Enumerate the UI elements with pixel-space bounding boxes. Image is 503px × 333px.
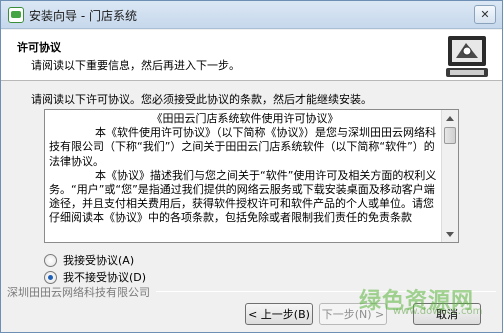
decline-radio-option[interactable]: 我不接受协议(D): [44, 269, 146, 285]
scroll-down-button[interactable]: [442, 226, 458, 242]
decline-radio-label[interactable]: 我不接受协议(D): [63, 269, 146, 285]
window-title: 安装向导 - 门店系统: [29, 9, 137, 23]
page-title: 许可协议: [17, 41, 61, 54]
arrow-down-icon: [446, 231, 454, 237]
page-subtitle: 请阅读以下重要信息，然后再进入下一步。: [31, 59, 240, 72]
wizard-header: 许可协议 请阅读以下重要信息，然后再进入下一步。: [1, 30, 502, 81]
scroll-thumb[interactable]: [444, 127, 456, 144]
license-paragraph: 本《协议》描述我们与您之间关于“软件”使用许可及相关方面的权利义务。“用户”或“…: [49, 168, 437, 225]
decline-radio[interactable]: [44, 270, 57, 284]
arrow-up-icon: [446, 115, 454, 121]
accept-radio-option[interactable]: 我接受协议(A): [44, 252, 134, 268]
license-paragraph: 本《软件使用许可协议》（以下简称《协议》）是您与深圳田田云网络科技有限公司（下称…: [49, 126, 436, 168]
watermark-url: www.downcc.com: [393, 306, 483, 317]
license-heading: 《田田云门店系统软件使用许可协议》: [151, 112, 339, 125]
app-icon: [8, 7, 24, 23]
accept-radio-label[interactable]: 我接受协议(A): [63, 252, 134, 268]
license-textbox[interactable]: 《田田云门店系统软件使用许可协议》 本《软件使用许可协议》（以下简称《协议》）是…: [44, 109, 459, 243]
vertical-scrollbar[interactable]: [441, 110, 458, 242]
scroll-up-button[interactable]: [442, 110, 458, 126]
footer-brand: 深圳田田云网络科技有限公司: [7, 286, 150, 299]
title-bar[interactable]: 安装向导 - 门店系统 ✕: [1, 1, 502, 29]
installer-window: 安装向导 - 门店系统 ✕ 许可协议 请阅读以下重要信息，然后再进入下一步。 请…: [0, 0, 503, 333]
installer-computer-icon: [446, 36, 488, 77]
accept-radio[interactable]: [44, 253, 57, 267]
instruction-text: 请阅读以下许可协议。您必须接受此协议的条款，然后才能继续安装。: [31, 93, 372, 106]
close-icon: ✕: [480, 8, 490, 21]
back-button[interactable]: < 上一步(B): [245, 303, 313, 325]
license-text: 《田田云门店系统软件使用许可协议》 本《软件使用许可协议》（以下简称《协议》）是…: [49, 112, 441, 226]
close-button[interactable]: ✕: [474, 5, 496, 24]
